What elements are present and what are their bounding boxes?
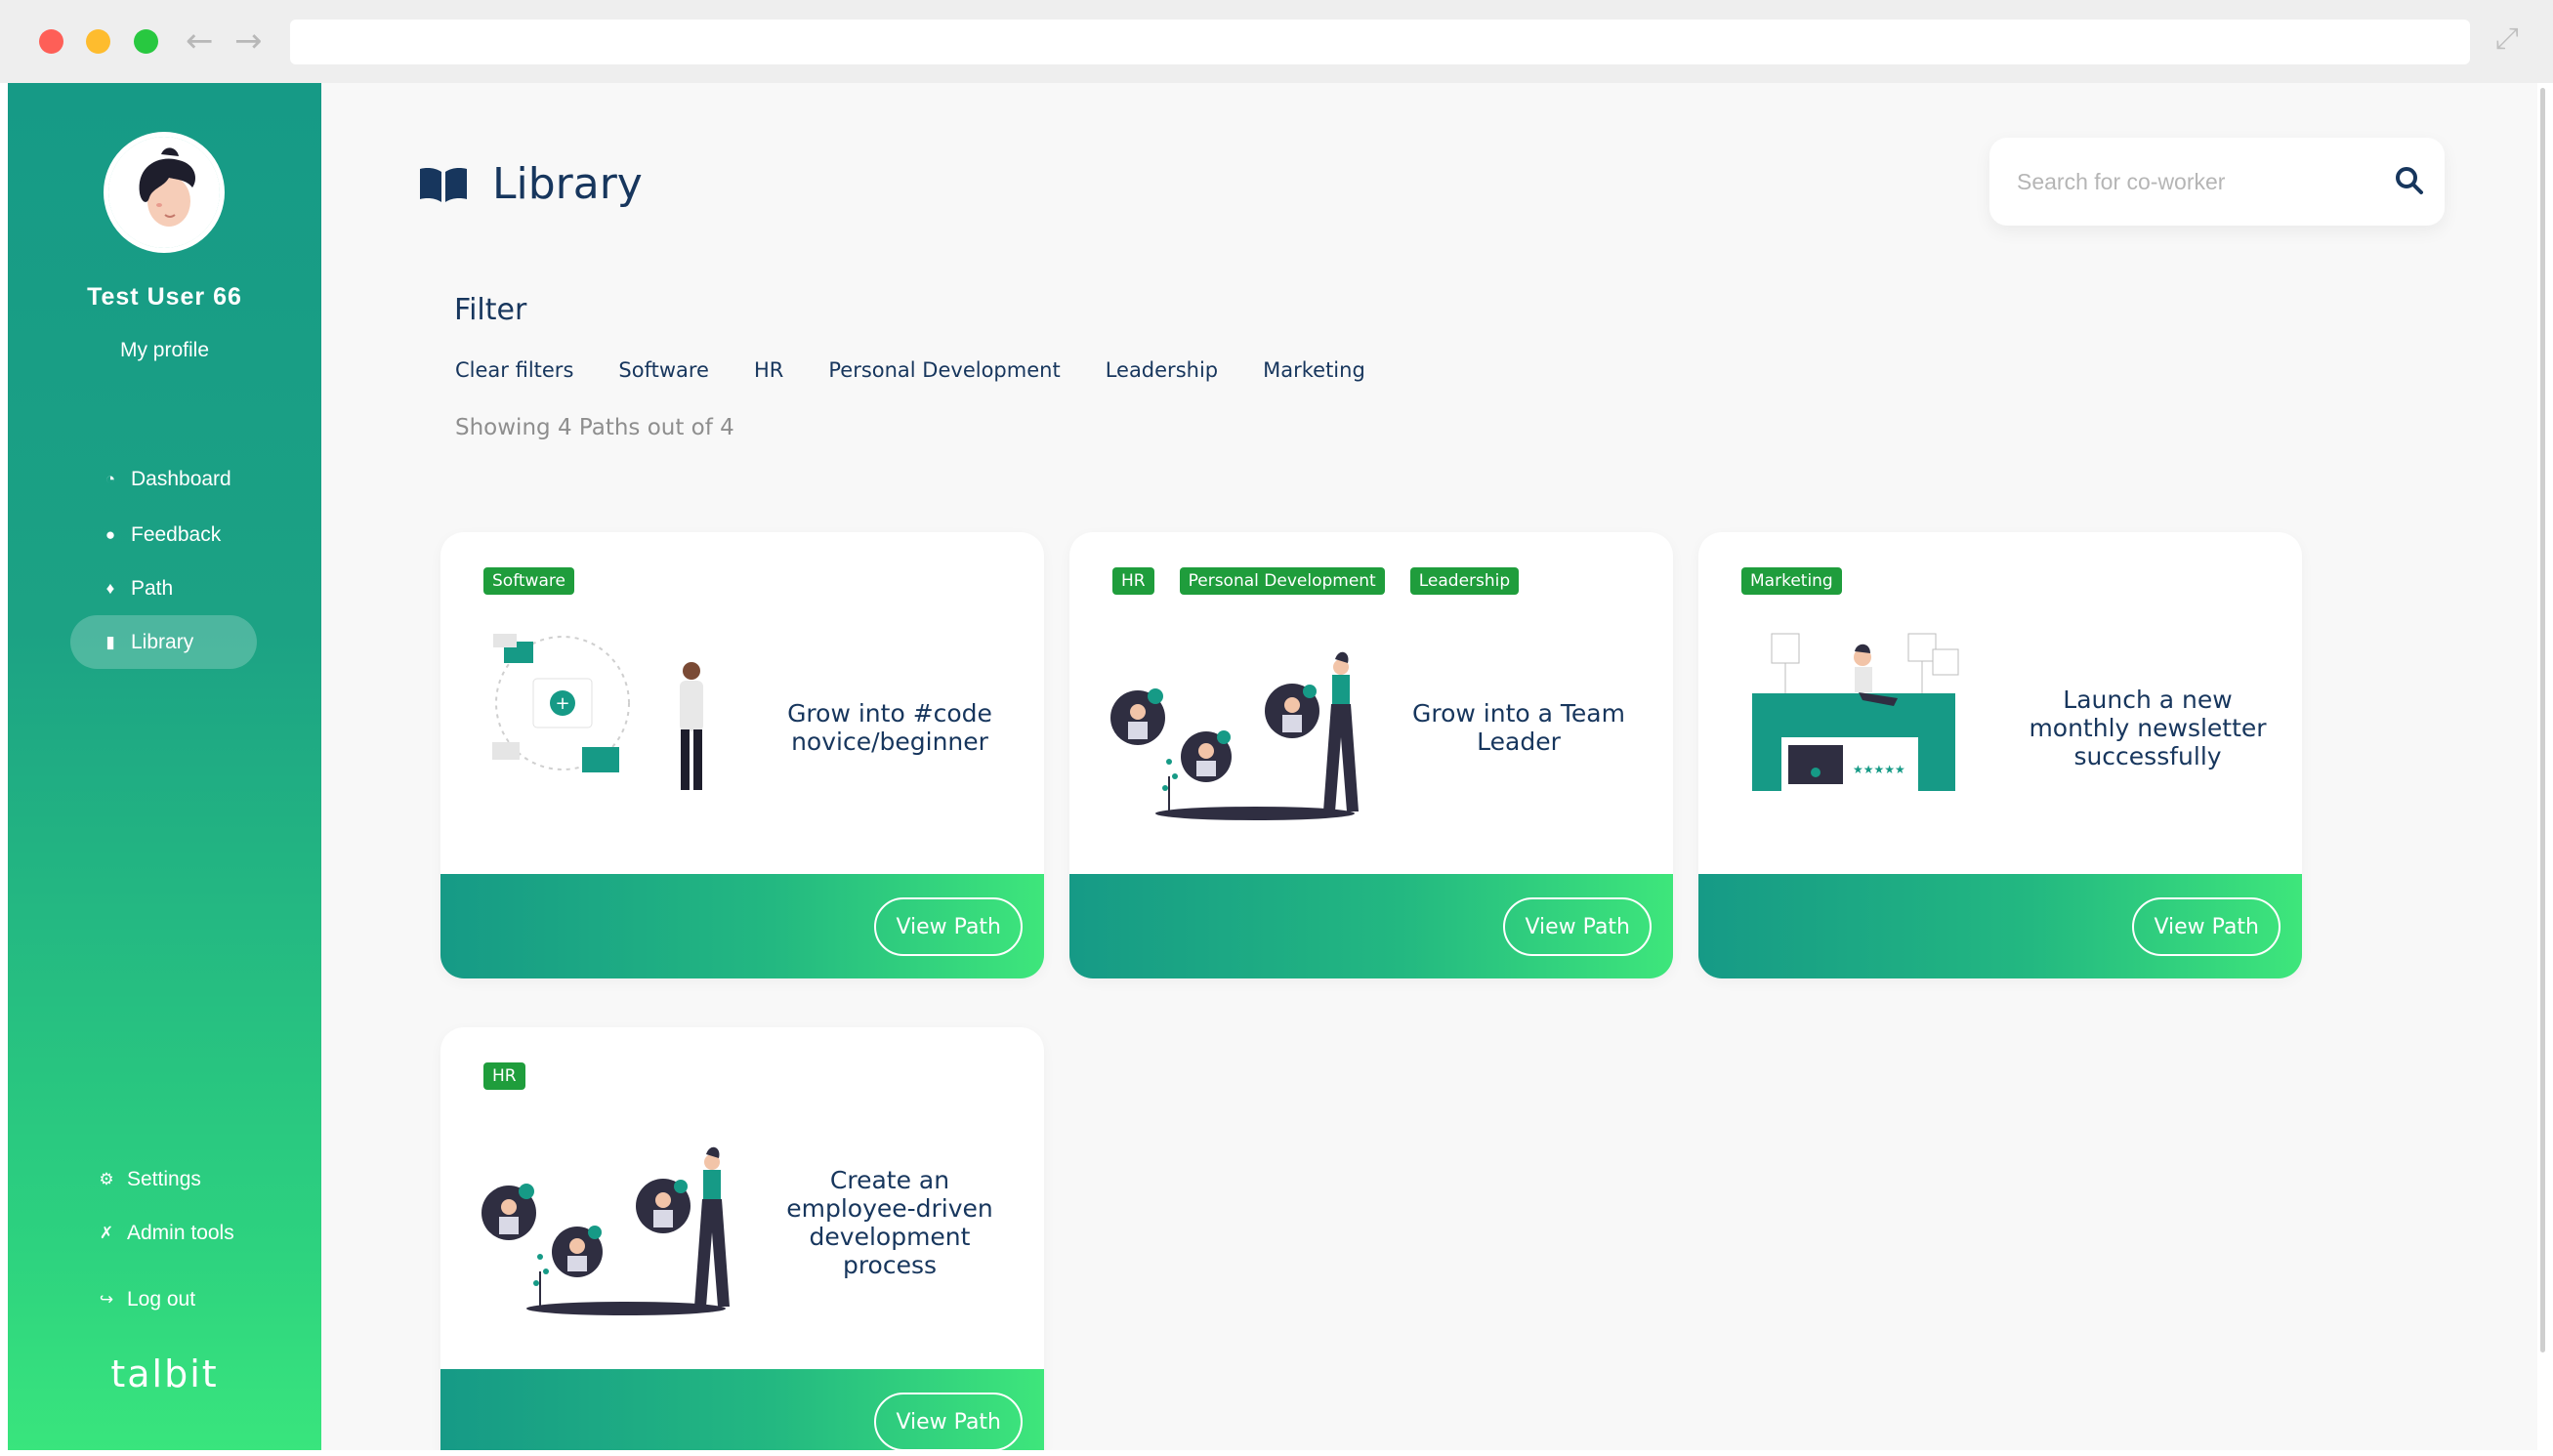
sidebar: Test User 66 My profile ◔ Dashboard ● Fe… [8, 83, 321, 1450]
tag-badge: Marketing [1741, 567, 1842, 595]
filter-options: Clear filters Software HR Personal Devel… [455, 358, 1410, 382]
sidebar-item-admin-tools[interactable]: ✗ Admin tools [66, 1206, 253, 1260]
comment-icon: ● [105, 524, 116, 544]
scrollbar-thumb[interactable] [2540, 88, 2545, 1352]
sidebar-item-settings[interactable]: ⚙ Settings [66, 1152, 253, 1206]
card-footer: View Path [1069, 874, 1673, 978]
close-window-button[interactable] [39, 29, 63, 54]
path-card: HR Personal Development Leadership Grow … [1069, 532, 1673, 978]
search-box [1989, 138, 2445, 226]
results-count: Showing 4 Paths out of 4 [455, 415, 734, 440]
tag-badge: HR [483, 1062, 525, 1090]
user-name: Test User 66 [87, 283, 242, 311]
card-title: Launch a new monthly newsletter successf… [2029, 685, 2267, 770]
view-path-button[interactable]: View Path [874, 897, 1023, 956]
card-tags: Marketing [1741, 567, 1867, 595]
logout-icon: ↪ [99, 1289, 114, 1309]
filter-personal-development[interactable]: Personal Development [828, 358, 1060, 382]
card-footer: View Path [1698, 874, 2302, 978]
tools-icon: ✗ [99, 1223, 114, 1242]
card-tags: HR [483, 1062, 551, 1090]
fullscreen-icon[interactable]: ⤢ [2495, 21, 2519, 56]
talbit-logo: talbit [110, 1352, 219, 1395]
card-footer: View Path [440, 1369, 1044, 1450]
app-window: Test User 66 My profile ◔ Dashboard ● Fe… [8, 83, 2537, 1450]
path-card: Marketing ★★★★★ Launch a new monthly new… [1698, 532, 2302, 978]
filter-hr[interactable]: HR [754, 358, 783, 382]
sidebar-item-label: Library [131, 630, 194, 653]
view-path-button[interactable]: View Path [1503, 897, 1652, 956]
tag-badge: HR [1112, 567, 1154, 595]
card-tags: HR Personal Development Leadership [1112, 567, 1544, 595]
sidebar-item-dashboard[interactable]: ◔ Dashboard [70, 452, 257, 506]
sidebar-item-log-out[interactable]: ↪ Log out [66, 1272, 253, 1326]
sidebar-item-label: Settings [127, 1167, 201, 1190]
tag-badge: Leadership [1409, 567, 1520, 595]
card-title: Create an employee-driven development pr… [786, 1166, 993, 1279]
dashboard-icon: ◔ [105, 469, 116, 488]
sidebar-item-path[interactable]: ♦ Path [70, 562, 257, 615]
path-card: Software + Grow into #code novice/beginn… [440, 532, 1044, 978]
filter-title: Filter [454, 293, 527, 327]
diamond-icon: ♦ [105, 578, 115, 598]
card-title: Grow into #code novice/beginner [787, 699, 992, 756]
book-open-icon [420, 167, 467, 202]
avatar[interactable] [104, 132, 225, 253]
sidebar-item-label: Admin tools [127, 1221, 234, 1244]
tag-badge: Personal Development [1179, 567, 1385, 595]
minimize-window-button[interactable] [86, 29, 110, 54]
sidebar-item-feedback[interactable]: ● Feedback [70, 508, 257, 562]
filter-marketing[interactable]: Marketing [1263, 358, 1365, 382]
page-title-text: Library [492, 159, 643, 209]
tag-badge: Software [483, 567, 574, 595]
address-bar[interactable] [290, 20, 2470, 64]
newsletter-illustration: ★★★★★ [1752, 633, 1959, 791]
view-path-button[interactable]: View Path [874, 1393, 1023, 1450]
team-illustration [481, 1146, 730, 1315]
search-input[interactable] [2017, 162, 2368, 201]
sidebar-item-label: Feedback [131, 522, 222, 546]
filter-clear[interactable]: Clear filters [455, 358, 573, 382]
team-illustration [1110, 651, 1359, 820]
my-profile-link[interactable]: My profile [8, 339, 321, 362]
filter-leadership[interactable]: Leadership [1106, 358, 1218, 382]
maximize-window-button[interactable] [134, 29, 158, 54]
page-title: Library [418, 159, 643, 209]
browser-chrome: ← → ⤢ [0, 0, 2553, 83]
sidebar-item-label: Path [131, 576, 174, 600]
filter-software[interactable]: Software [618, 358, 709, 382]
back-arrow-icon[interactable]: ← [186, 21, 214, 61]
path-card: HR Create an employee-driven development… [440, 1027, 1044, 1450]
search-icon[interactable] [2392, 163, 2427, 198]
gear-icon: ⚙ [99, 1169, 114, 1188]
code-illustration: + [492, 634, 703, 790]
card-footer: View Path [440, 874, 1044, 978]
svg-text:+: + [555, 693, 569, 714]
sidebar-item-label: Dashboard [131, 467, 231, 490]
sidebar-item-library[interactable]: ▮ Library [70, 615, 257, 669]
svg-text:★★★★★: ★★★★★ [1853, 763, 1905, 776]
card-title: Grow into a Team Leader [1412, 699, 1625, 756]
view-path-button[interactable]: View Path [2132, 897, 2281, 956]
card-tags: Software [483, 567, 600, 595]
forward-arrow-icon[interactable]: → [234, 21, 263, 61]
sidebar-item-label: Log out [127, 1287, 196, 1310]
book-icon: ▮ [105, 632, 115, 651]
